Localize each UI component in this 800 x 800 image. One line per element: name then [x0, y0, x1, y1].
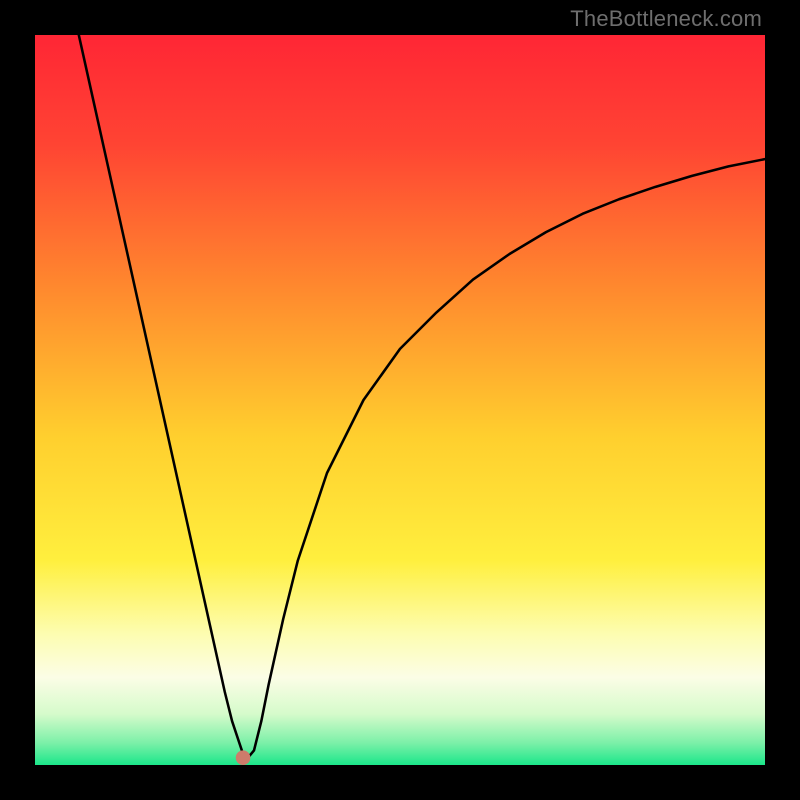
- minimum-marker: [236, 750, 251, 765]
- plot-area: [35, 35, 765, 765]
- bottleneck-curve: [35, 35, 765, 765]
- source-label: TheBottleneck.com: [570, 6, 762, 32]
- chart-frame: TheBottleneck.com: [0, 0, 800, 800]
